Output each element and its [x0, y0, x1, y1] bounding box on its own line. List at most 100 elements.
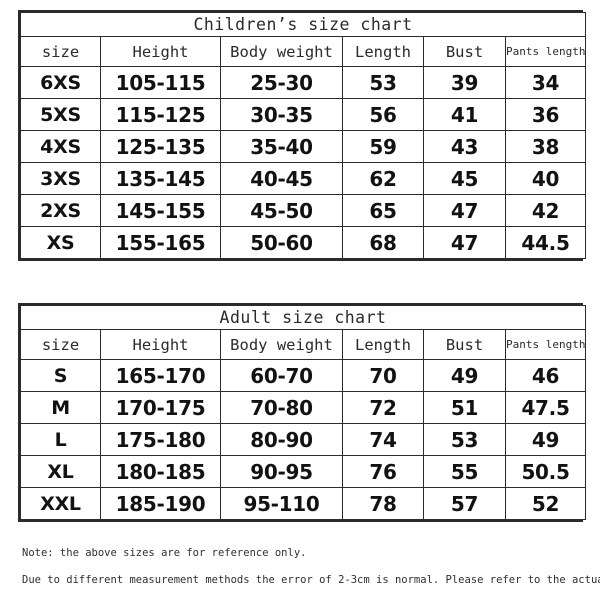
cell-bust: 49 [423, 359, 506, 392]
table-row: L 175-180 80-90 74 53 49 [20, 423, 587, 456]
cell-height: 185-190 [100, 487, 221, 520]
table-row: M 170-175 70-80 72 51 47.5 [20, 391, 587, 424]
cell-pants-length: 34 [505, 66, 586, 99]
cell-bust: 47 [423, 194, 506, 227]
cell-pants-length: 40 [505, 162, 586, 195]
cell-pants-length: 42 [505, 194, 586, 227]
cell-size: 4XS [20, 130, 101, 163]
column-header-body-weight: Body weight [220, 36, 343, 67]
cell-body-weight: 30-35 [220, 98, 343, 131]
cell-body-weight: 90-95 [220, 455, 343, 488]
cell-height: 165-170 [100, 359, 221, 392]
cell-height: 105-115 [100, 66, 221, 99]
cell-pants-length: 46 [504, 359, 587, 392]
cell-pants-length: 44.5 [505, 226, 586, 259]
footer-notes: Note: the above sizes are for reference … [22, 547, 600, 586]
cell-bust: 55 [423, 455, 506, 488]
cell-height: 135-145 [100, 162, 221, 195]
cell-height: 125-135 [100, 130, 221, 163]
cell-height: 155-165 [100, 226, 221, 259]
cell-size: M [20, 391, 101, 424]
note-measurement-error: Due to different measurement methods the… [22, 573, 600, 586]
adult-table-body: Adult size chart size Height Body weight… [19, 305, 587, 520]
cell-pants-length: 52 [504, 487, 587, 520]
cell-body-weight: 35-40 [220, 130, 343, 163]
cell-bust: 47 [423, 226, 506, 259]
cell-length: 68 [342, 226, 424, 259]
cell-body-weight: 25-30 [220, 66, 343, 99]
cell-body-weight: 50-60 [220, 226, 343, 259]
cell-size: XS [20, 226, 101, 259]
cell-size: XL [20, 455, 101, 488]
cell-bust: 57 [423, 487, 506, 520]
childrens-chart-title: Children’s size chart [20, 12, 586, 37]
cell-length: 56 [342, 98, 424, 131]
table-row: XS 155-165 50-60 68 47 44.5 [20, 226, 586, 259]
column-header-size: size [20, 329, 101, 360]
cell-pants-length: 47.5 [504, 391, 587, 424]
adult-size-chart: Adult size chart size Height Body weight… [18, 303, 587, 522]
table-row: XXL 185-190 95-110 78 57 52 [20, 487, 587, 520]
table-header-row: size Height Body weight Length Bust Pant… [20, 36, 586, 67]
cell-height: 180-185 [100, 455, 221, 488]
column-header-length: Length [342, 329, 424, 360]
cell-height: 170-175 [100, 391, 221, 424]
table-header-row: size Height Body weight Length Bust Pant… [20, 329, 587, 360]
cell-size: L [20, 423, 101, 456]
note-reference-only: Note: the above sizes are for reference … [22, 547, 307, 559]
cell-pants-length: 50.5 [504, 455, 587, 488]
cell-pants-length: 49 [504, 423, 587, 456]
cell-body-weight: 45-50 [220, 194, 343, 227]
column-header-body-weight: Body weight [220, 329, 343, 360]
cell-size: 6XS [20, 66, 101, 99]
cell-size: 5XS [20, 98, 101, 131]
cell-length: 78 [342, 487, 424, 520]
column-header-pants-length: Pants length [504, 329, 587, 360]
table-row: S 165-170 60-70 70 49 46 [20, 359, 587, 392]
childrens-size-table: Children’s size chart size Height Body w… [20, 12, 586, 259]
cell-length: 62 [342, 162, 424, 195]
table-row: 3XS 135-145 40-45 62 45 40 [20, 162, 586, 195]
cell-body-weight: 40-45 [220, 162, 343, 195]
cell-bust: 39 [423, 66, 506, 99]
cell-bust: 53 [423, 423, 506, 456]
cell-bust: 45 [423, 162, 506, 195]
column-header-height: Height [100, 329, 221, 360]
column-header-pants-length: Pants length [505, 36, 586, 67]
cell-bust: 41 [423, 98, 506, 131]
cell-bust: 43 [423, 130, 506, 163]
column-header-length: Length [342, 36, 424, 67]
cell-size: 3XS [20, 162, 101, 195]
column-header-height: Height [100, 36, 221, 67]
size-chart-sheet: Children’s size chart size Height Body w… [0, 0, 600, 600]
table-title-row: Adult size chart [19, 305, 587, 330]
cell-length: 53 [342, 66, 424, 99]
cell-body-weight: 95-110 [220, 487, 343, 520]
cell-height: 145-155 [100, 194, 221, 227]
table-title-row: Children’s size chart [20, 12, 586, 37]
cell-body-weight: 70-80 [220, 391, 343, 424]
cell-length: 65 [342, 194, 424, 227]
adult-size-table: Adult size chart size Height Body weight… [19, 305, 587, 520]
column-header-bust: Bust [423, 329, 506, 360]
cell-pants-length: 36 [505, 98, 586, 131]
cell-size: 2XS [20, 194, 101, 227]
table-row: 6XS 105-115 25-30 53 39 34 [20, 66, 586, 99]
table-row: 2XS 145-155 45-50 65 47 42 [20, 194, 586, 227]
column-header-bust: Bust [423, 36, 506, 67]
adult-chart-title: Adult size chart [19, 305, 587, 330]
cell-size: XXL [20, 487, 101, 520]
cell-length: 76 [342, 455, 424, 488]
cell-length: 74 [342, 423, 424, 456]
cell-body-weight: 60-70 [220, 359, 343, 392]
cell-height: 175-180 [100, 423, 221, 456]
cell-length: 59 [342, 130, 424, 163]
cell-height: 115-125 [100, 98, 221, 131]
column-header-size: size [20, 36, 101, 67]
table-row: 5XS 115-125 30-35 56 41 36 [20, 98, 586, 131]
cell-bust: 51 [423, 391, 506, 424]
childrens-table-body: Children’s size chart size Height Body w… [20, 12, 586, 259]
cell-body-weight: 80-90 [220, 423, 343, 456]
cell-length: 70 [342, 359, 424, 392]
table-row: XL 180-185 90-95 76 55 50.5 [20, 455, 587, 488]
